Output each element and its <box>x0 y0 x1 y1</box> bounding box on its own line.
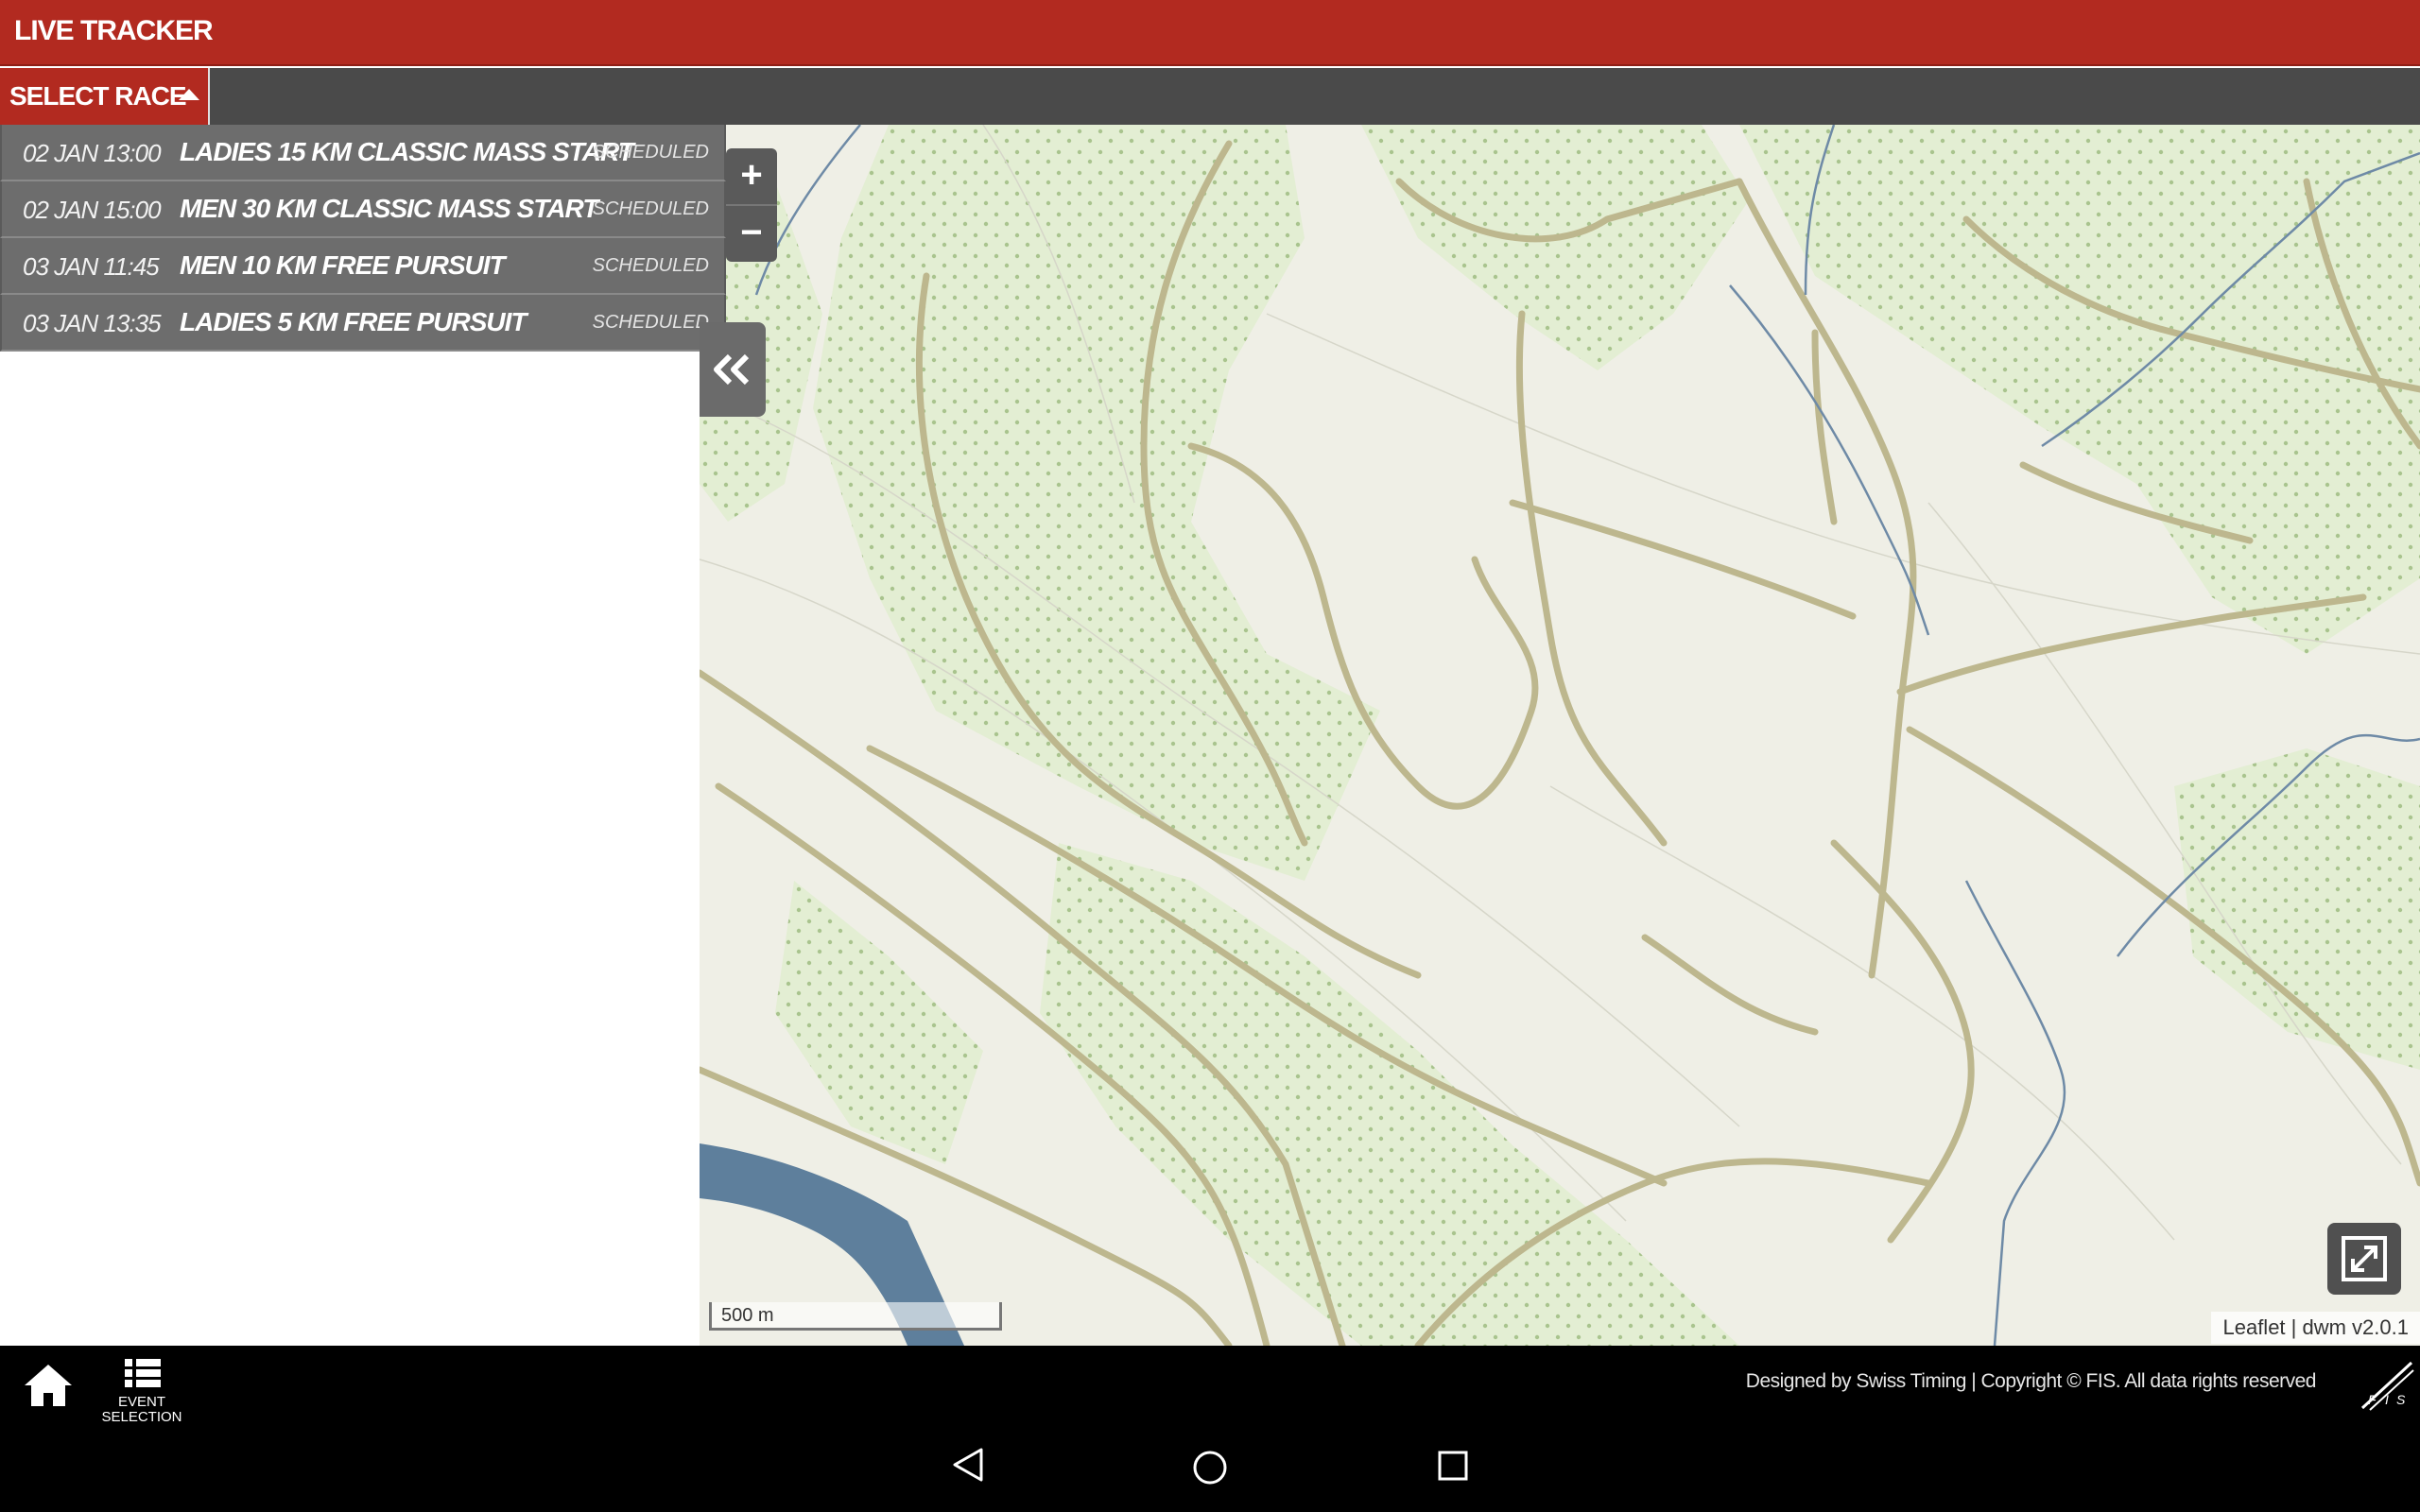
race-row[interactable]: 03 JAN 13:35 LADIES 5 KM FREE PURSUIT SC… <box>0 295 726 352</box>
nav-home-button[interactable] <box>1192 1450 1228 1486</box>
zoom-out-button[interactable]: − <box>726 204 777 262</box>
square-recent-icon <box>1438 1451 1468 1481</box>
circle-home-icon <box>1193 1451 1227 1485</box>
select-race-label: SELECT RACE <box>9 81 187 111</box>
app-header: LIVE TRACKER <box>0 0 2420 66</box>
fullscreen-icon <box>2342 1236 2387 1281</box>
race-name: LADIES 15 KM CLASSIC MASS START <box>180 137 634 166</box>
home-button[interactable] <box>21 1361 76 1410</box>
caret-up-icon <box>179 89 199 100</box>
attribution-version: dwm v2.0.1 <box>2302 1315 2410 1339</box>
race-time: 02 JAN 15:00 <box>23 196 162 224</box>
select-race-button[interactable]: SELECT RACE <box>0 68 210 125</box>
map-attribution: Leaflet | dwm v2.0.1 <box>2211 1312 2420 1344</box>
svg-text:S: S <box>2396 1392 2406 1407</box>
zoom-in-button[interactable]: + <box>726 148 777 204</box>
race-status: SCHEDULED <box>592 312 709 333</box>
race-row[interactable]: 02 JAN 15:00 MEN 30 KM CLASSIC MASS STAR… <box>0 181 726 238</box>
race-row[interactable]: 02 JAN 13:00 LADIES 15 KM CLASSIC MASS S… <box>0 125 726 181</box>
home-icon <box>25 1365 72 1406</box>
race-selection-bar: SELECT RACE <box>0 68 2420 125</box>
race-name: MEN 30 KM CLASSIC MASS START <box>180 194 598 223</box>
race-time: 03 JAN 11:45 <box>23 252 160 281</box>
svg-text:I: I <box>2385 1392 2389 1407</box>
copyright-text: Designed by Swiss Timing | Copyright © F… <box>1745 1370 2317 1392</box>
race-row[interactable]: 03 JAN 11:45 MEN 10 KM FREE PURSUIT SCHE… <box>0 238 726 295</box>
svg-text:F: F <box>2368 1392 2377 1407</box>
event-selection-button[interactable]: EVENT SELECTION <box>95 1355 189 1425</box>
race-name: LADIES 5 KM FREE PURSUIT <box>180 307 527 336</box>
leaflet-link[interactable]: Leaflet <box>2222 1315 2285 1339</box>
nav-recent-button[interactable] <box>1437 1450 1469 1482</box>
map-scale-bar: 500 m <box>709 1302 1002 1331</box>
map-tiles <box>700 125 2420 1346</box>
app-title: LIVE TRACKER <box>14 15 214 46</box>
attribution-separator: | <box>2285 1315 2303 1339</box>
fullscreen-button[interactable] <box>2327 1223 2401 1295</box>
event-selection-label-line1: EVENT <box>117 1394 165 1410</box>
nav-back-button[interactable] <box>951 1446 985 1484</box>
race-time: 02 JAN 13:00 <box>23 139 162 167</box>
race-status: SCHEDULED <box>592 198 709 219</box>
footer-bar: EVENT SELECTION Designed by Swiss Timing… <box>0 1346 2420 1512</box>
event-selection-label-line2: SELECTION <box>101 1409 182 1425</box>
zoom-control: + − <box>726 148 777 262</box>
scale-label: 500 m <box>721 1305 774 1326</box>
fis-logo: F I S <box>2360 1361 2414 1411</box>
race-name: MEN 10 KM FREE PURSUIT <box>180 250 506 280</box>
collapse-panel-button[interactable] <box>700 322 766 417</box>
race-dropdown-list: 02 JAN 13:00 LADIES 15 KM CLASSIC MASS S… <box>0 125 726 352</box>
double-chevron-left-icon <box>714 353 750 386</box>
map-view[interactable] <box>700 125 2420 1346</box>
race-time: 03 JAN 13:35 <box>23 309 162 337</box>
event-selection-label: EVENT SELECTION <box>95 1395 189 1425</box>
race-status: SCHEDULED <box>592 255 709 276</box>
list-icon <box>125 1359 161 1387</box>
race-status: SCHEDULED <box>592 142 709 163</box>
triangle-back-icon <box>953 1448 983 1482</box>
